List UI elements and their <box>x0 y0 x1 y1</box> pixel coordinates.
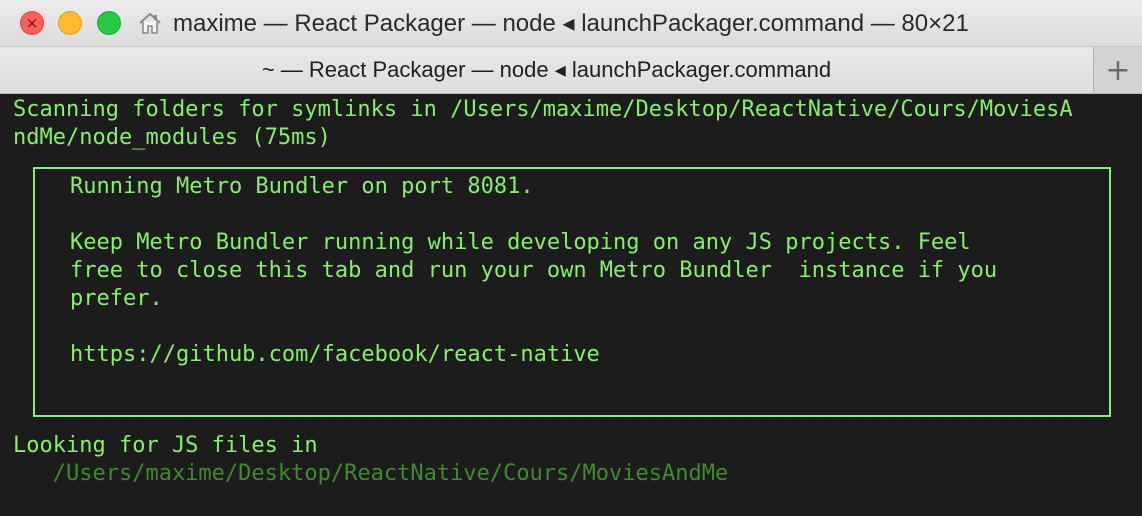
info-box: Running Metro Bundler on port 8081. Keep… <box>33 167 1111 417</box>
tab-bar: ~ — React Packager — node ◂ launchPackag… <box>0 47 1142 94</box>
window-title: maxime — React Packager — node ◂ launchP… <box>173 9 969 37</box>
terminal-output[interactable]: Scanning folders for symlinks in /Users/… <box>0 94 1142 516</box>
close-button[interactable]: × <box>20 11 44 35</box>
minimize-button[interactable] <box>58 11 82 35</box>
box-line: Running Metro Bundler on port 8081. <box>70 174 534 199</box>
tab-react-packager[interactable]: ~ — React Packager — node ◂ launchPackag… <box>0 47 1094 93</box>
title-bar[interactable]: × maxime — React Packager — node ◂ launc… <box>0 0 1142 47</box>
tab-title: ~ — React Packager — node ◂ launchPackag… <box>261 57 832 82</box>
new-tab-button[interactable]: + <box>1094 47 1142 93</box>
box-line: free to close this tab and run your own … <box>70 258 998 283</box>
output-line: ndMe/node_modules (75ms) <box>13 125 331 150</box>
terminal-window: × maxime — React Packager — node ◂ launc… <box>0 0 1142 516</box>
output-line: Looking for JS files in <box>13 433 318 458</box>
output-line: Scanning folders for symlinks in /Users/… <box>13 97 1073 122</box>
home-icon <box>139 13 161 34</box>
project-path: /Users/maxime/Desktop/ReactNative/Cours/… <box>13 461 729 486</box>
github-link[interactable]: https://github.com/facebook/react-native <box>70 341 600 369</box>
box-line: prefer. <box>70 286 163 311</box>
maximize-button[interactable] <box>97 11 121 35</box>
box-line: Keep Metro Bundler running while develop… <box>70 230 971 255</box>
close-icon: × <box>25 14 39 32</box>
plus-icon: + <box>1105 52 1131 88</box>
window-title-row: maxime — React Packager — node ◂ launchP… <box>137 0 969 46</box>
